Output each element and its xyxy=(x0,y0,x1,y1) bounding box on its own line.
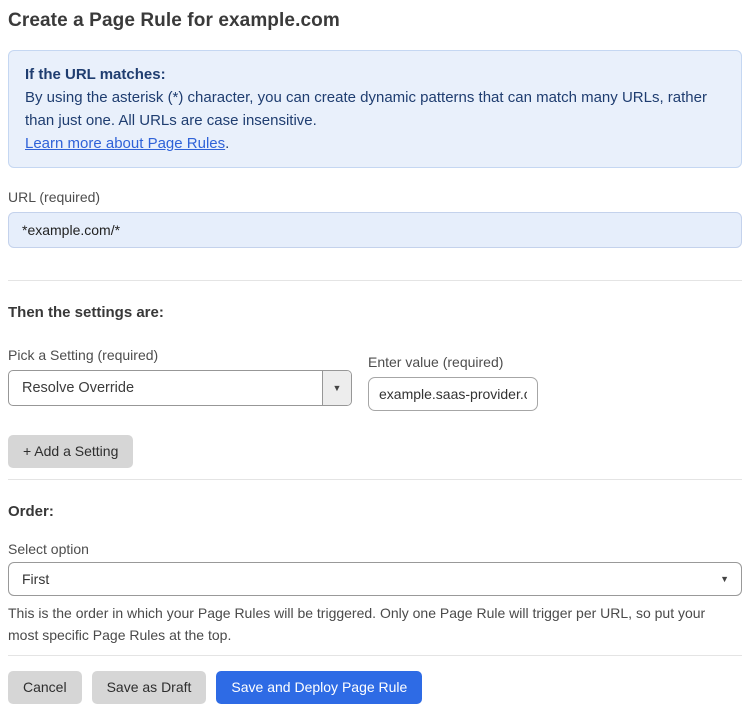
pick-setting-label: Pick a Setting (required) xyxy=(8,347,159,363)
chevron-down-icon: ▼ xyxy=(720,574,729,584)
save-and-deploy-button[interactable]: Save and Deploy Page Rule xyxy=(216,671,423,704)
footer-actions: Cancel Save as Draft Save and Deploy Pag… xyxy=(8,671,742,704)
chevron-down-icon[interactable]: ▼ xyxy=(322,371,351,405)
info-box-body: By using the asterisk (*) character, you… xyxy=(25,89,707,129)
enter-value-label: Enter value (required) xyxy=(368,354,504,370)
enter-value-column: Enter value (required) xyxy=(368,347,538,411)
order-select-label: Select option xyxy=(8,541,89,557)
divider xyxy=(8,655,742,656)
info-box-link-line: Learn more about Page Rules. xyxy=(25,132,725,155)
save-as-draft-button[interactable]: Save as Draft xyxy=(91,671,207,704)
settings-row: Pick a Setting (required) Resolve Overri… xyxy=(8,347,742,411)
url-match-info-box: If the URL matches: By using the asteris… xyxy=(8,50,742,168)
setting-value-input[interactable] xyxy=(368,377,538,411)
page-title: Create a Page Rule for example.com xyxy=(8,10,340,31)
learn-more-link[interactable]: Learn more about Page Rules xyxy=(25,135,225,152)
pick-setting-column: Pick a Setting (required) Resolve Overri… xyxy=(8,347,352,406)
order-selected-value: First xyxy=(22,571,50,587)
info-box-heading: If the URL matches: xyxy=(25,66,166,83)
pick-setting-select[interactable]: Resolve Override ▼ xyxy=(8,370,352,406)
order-select[interactable]: First ▼ xyxy=(8,562,742,596)
url-input[interactable] xyxy=(8,212,742,248)
pick-setting-selected-value: Resolve Override xyxy=(22,380,135,396)
settings-section-heading: Then the settings are: xyxy=(8,304,164,321)
url-field-label: URL (required) xyxy=(8,189,101,205)
add-setting-button[interactable]: + Add a Setting xyxy=(8,435,134,468)
link-period: . xyxy=(225,135,230,152)
divider xyxy=(8,479,742,480)
divider xyxy=(8,280,742,281)
order-section-heading: Order: xyxy=(8,503,54,520)
cancel-button[interactable]: Cancel xyxy=(8,671,82,704)
order-help-text: This is the order in which your Page Rul… xyxy=(8,605,706,643)
